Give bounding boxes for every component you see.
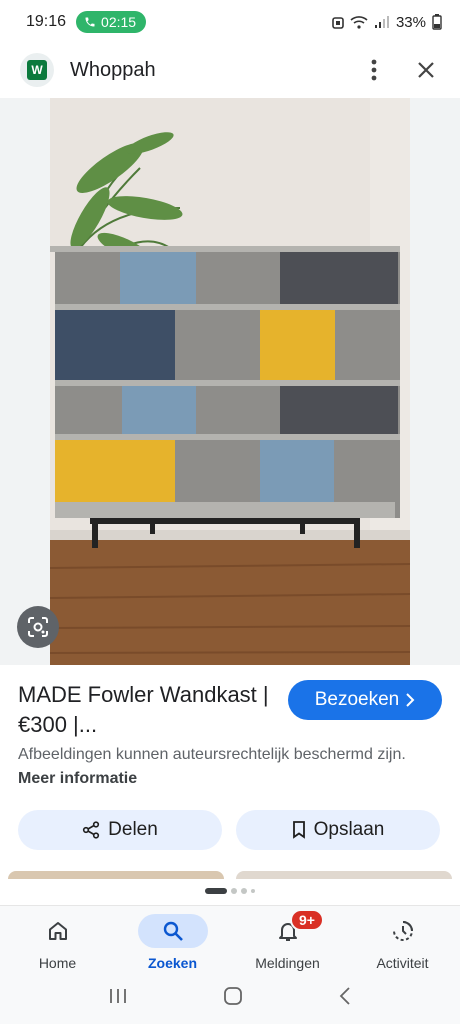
save-label: Opslaan	[313, 819, 385, 840]
nav-activity-label: Activiteit	[376, 955, 429, 971]
carousel-indicator	[0, 888, 460, 894]
carousel-dot	[231, 888, 237, 894]
app-title: Whoppah	[70, 58, 156, 81]
nav-activity[interactable]: Activiteit	[345, 906, 460, 973]
nav-home[interactable]: Home	[0, 906, 115, 973]
share-button[interactable]: Delen	[18, 810, 222, 850]
system-navigation-bar	[0, 973, 460, 1024]
more-options-icon[interactable]	[360, 56, 388, 84]
nav-home-label: Home	[38, 955, 77, 971]
bottom-navigation: Home Zoeken 9+ Meldingen Activiteit	[0, 905, 460, 973]
notification-badge: 9+	[290, 909, 324, 931]
back-icon[interactable]	[338, 986, 352, 1011]
call-timer: 02:15	[101, 14, 137, 30]
status-time: 19:16	[26, 13, 67, 30]
nav-notifications[interactable]: 9+ Meldingen	[230, 906, 345, 973]
recent-apps-icon[interactable]	[108, 987, 128, 1010]
home-button-icon[interactable]	[223, 986, 243, 1011]
nav-search-label: Zoeken	[147, 955, 197, 971]
copyright-text: Afbeeldingen kunnen auteursrechtelijk be…	[18, 746, 406, 763]
image-preview[interactable]	[0, 98, 460, 665]
lens-search-button[interactable]	[17, 606, 59, 648]
carousel-dot	[241, 888, 247, 894]
battery-icon	[432, 14, 442, 30]
bookmark-icon	[292, 821, 305, 839]
visit-button[interactable]: Bezoeken	[288, 680, 442, 720]
whoppah-logo: W	[20, 53, 54, 87]
share-icon	[83, 821, 100, 839]
activity-icon	[368, 914, 438, 948]
close-icon[interactable]	[412, 56, 440, 84]
result-title[interactable]: MADE Fowler Wandkast | €300 |...	[18, 680, 278, 740]
carousel-dot	[251, 889, 255, 893]
share-label: Delen	[108, 819, 158, 840]
related-result-thumbnail[interactable]	[8, 871, 224, 879]
nav-notifications-label: Meldingen	[255, 955, 320, 971]
related-result-thumbnail[interactable]	[236, 871, 452, 879]
wifi-icon	[350, 16, 368, 29]
more-info-link[interactable]: Meer informatie	[18, 770, 137, 787]
logo-letter: W	[27, 60, 47, 80]
phone-icon	[85, 17, 95, 27]
save-button[interactable]: Opslaan	[236, 810, 440, 850]
nav-search[interactable]: Zoeken	[115, 906, 230, 973]
lens-icon	[28, 617, 48, 637]
signal-icon	[374, 16, 389, 28]
search-icon	[137, 914, 208, 948]
battery-percent: 33%	[395, 13, 426, 31]
cabinet-photo[interactable]	[50, 98, 410, 665]
carousel-dot	[205, 888, 227, 894]
chevron-right-icon	[406, 693, 415, 707]
status-bar: 19:16 02:15 33%	[0, 0, 460, 44]
ongoing-call-pill[interactable]: 02:15	[76, 11, 147, 33]
alarm-icon	[332, 17, 344, 29]
visit-label: Bezoeken	[314, 689, 400, 710]
app-header: W Whoppah	[0, 44, 460, 96]
home-icon	[23, 914, 93, 948]
copyright-notice: Afbeeldingen kunnen auteursrechtelijk be…	[18, 743, 438, 791]
